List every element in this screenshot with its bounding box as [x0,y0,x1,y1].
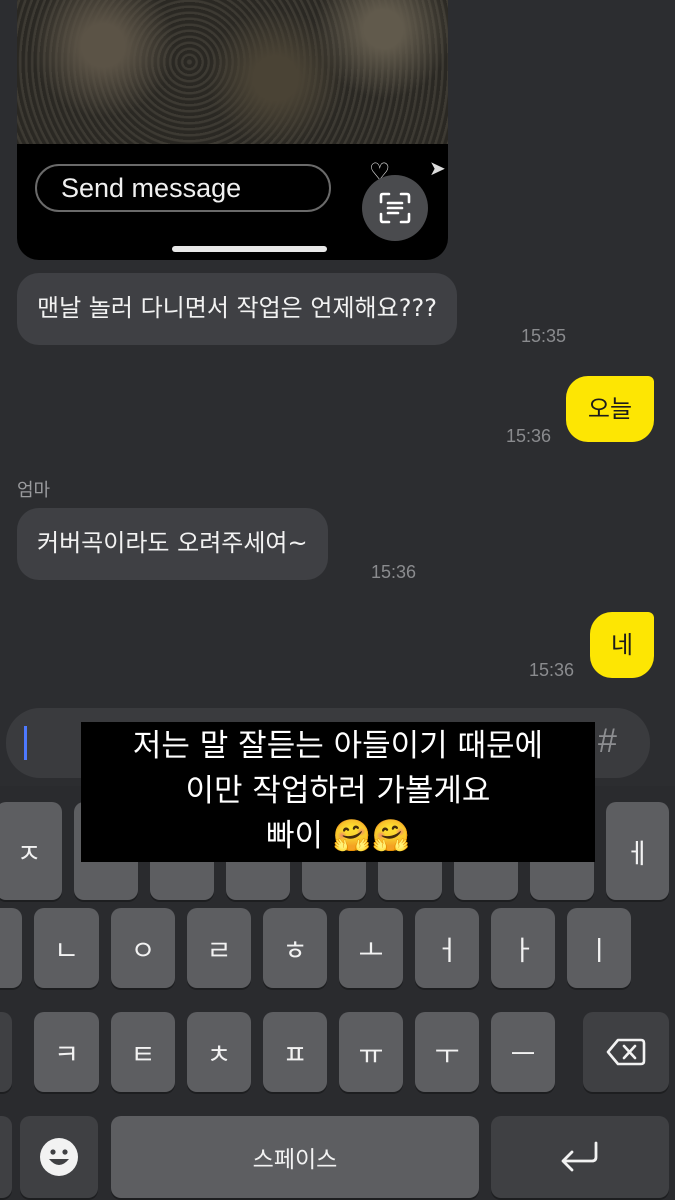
text-scan-button[interactable] [362,175,428,241]
message-time: 15:36 [506,426,552,446]
key-partial[interactable] [0,908,22,988]
emoji-key[interactable] [20,1116,98,1198]
text-scan-icon [379,192,411,224]
send-icon[interactable]: ➤ [429,156,446,180]
caption-overlay: 저는 말 잘듣는 아들이기 때문에 이만 작업하러 가볼게요 빠이 🤗🤗 [81,722,595,862]
backspace-icon [606,1038,646,1066]
key[interactable]: ㄹ [187,908,251,988]
key[interactable]: ㅡ [491,1012,555,1092]
key[interactable]: ㅎ [263,908,327,988]
message-time: 15:35 [521,326,567,346]
key[interactable]: ㅈ [0,802,62,900]
story-send-message-field[interactable]: Send message [35,164,331,212]
key[interactable]: ㅜ [415,1012,479,1092]
message-bubble-outgoing[interactable]: 네 [590,612,654,678]
home-indicator [172,246,327,252]
emoji-icon [40,1138,78,1176]
key[interactable]: ㅌ [111,1012,175,1092]
key[interactable]: ㅣ [567,908,631,988]
message-bubble-outgoing[interactable]: 오늘 [566,376,654,442]
text-caret [24,726,27,760]
message-time: 15:36 [529,660,575,680]
sender-name: 엄마 [17,480,51,501]
key[interactable]: ㅍ [263,1012,327,1092]
shift-key[interactable] [0,1012,12,1092]
key[interactable]: ㅏ [491,908,555,988]
hashtag-button[interactable]: # [598,722,617,761]
message-time: 15:36 [371,562,417,582]
key-partial[interactable] [0,1116,12,1198]
key[interactable]: ㅔ [606,802,669,900]
caption-line: 빠이 🤗🤗 [265,818,411,854]
return-key[interactable] [491,1116,669,1198]
key[interactable]: ㅗ [339,908,403,988]
caption-line: 저는 말 잘듣는 아들이기 때문에 [132,728,544,764]
return-icon [561,1141,598,1172]
space-key[interactable]: 스페이스 [111,1116,479,1198]
key[interactable]: ㅓ [415,908,479,988]
caption-line: 이만 작업하러 가볼게요 [185,773,491,809]
key[interactable]: ㄴ [34,908,99,988]
key[interactable]: ㅠ [339,1012,403,1092]
key[interactable]: ㅇ [111,908,175,988]
message-bubble[interactable]: 커버곡이라도 오려주세여~ [17,508,328,580]
key[interactable]: ㅊ [187,1012,251,1092]
message-bubble[interactable]: 맨날 놀러 다니면서 작업은 언제해요??? [17,273,457,345]
backspace-key[interactable] [583,1012,669,1092]
key[interactable]: ㅋ [34,1012,99,1092]
story-photo [17,0,448,144]
